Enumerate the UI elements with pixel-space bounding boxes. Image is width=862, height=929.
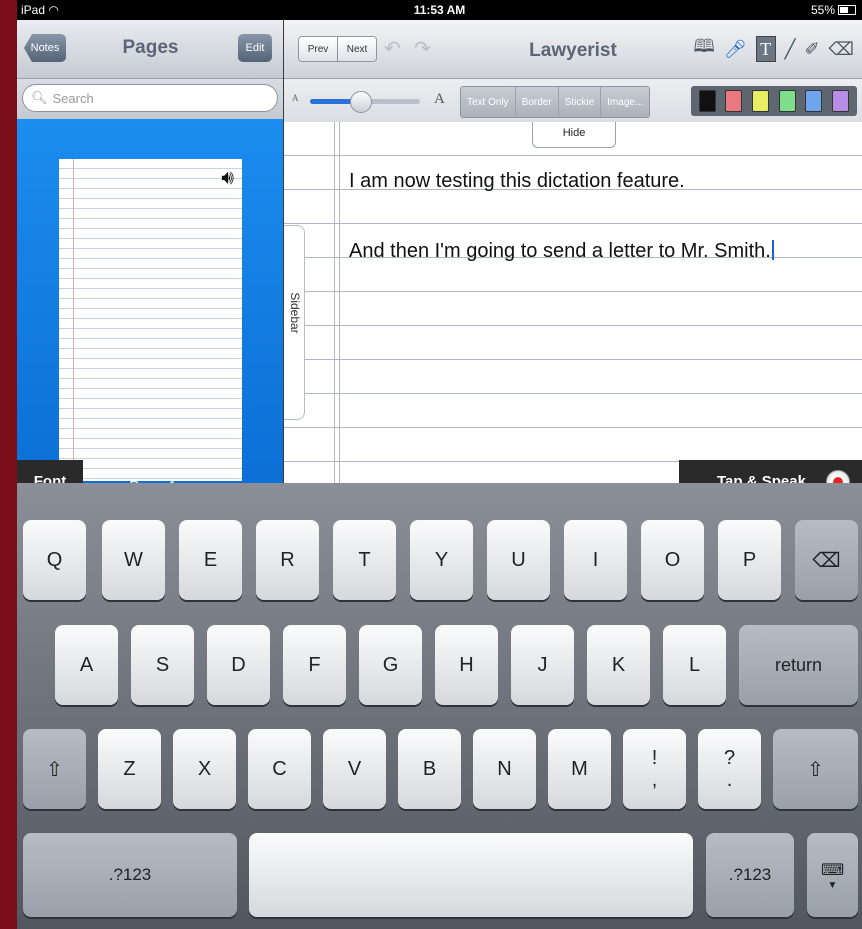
key-v[interactable]: V xyxy=(323,729,386,809)
color-swatch-yellow[interactable] xyxy=(752,90,770,112)
format-bar: A A Text Only Border Stickie Image... xyxy=(284,79,862,123)
key-top-char: ? xyxy=(723,747,736,769)
key-m[interactable]: M xyxy=(548,729,611,809)
audio-speaker-icon[interactable]: 🔊︎ xyxy=(221,167,234,190)
numbers-key-left[interactable]: .?123 xyxy=(23,833,237,917)
ipad-screen: iPad ◠ 11:53 AM 55% Notes Pages Edit 🔍︎ … xyxy=(17,0,862,929)
format-border[interactable]: Border xyxy=(514,87,558,117)
margin-line xyxy=(334,122,335,483)
key-u[interactable]: U xyxy=(487,520,550,600)
return-key[interactable]: return xyxy=(739,625,858,705)
key-o[interactable]: O xyxy=(641,520,704,600)
keyboard-dismiss-icon: ⌨ xyxy=(820,861,845,879)
sidebar-label: Sidebar xyxy=(288,292,302,334)
color-swatch-green[interactable] xyxy=(778,90,796,112)
book-icon[interactable]: 🕮︎ xyxy=(694,34,715,64)
sidebar-tab[interactable]: Sidebar xyxy=(284,225,305,420)
key-x[interactable]: X xyxy=(173,729,236,809)
key-h[interactable]: H xyxy=(435,625,498,705)
key-k[interactable]: K xyxy=(587,625,650,705)
editor-panel: Prev Next ↶ ↷ Lawyerist 🕮︎ 🎤︎ T ╱ ✐ ⌫ A … xyxy=(284,20,862,503)
slider-knob[interactable] xyxy=(350,91,372,113)
color-swatch-red[interactable] xyxy=(725,90,743,112)
note-text-line: And then I'm going to send a letter to M… xyxy=(349,240,774,263)
key-f[interactable]: F xyxy=(283,625,346,705)
key-r[interactable]: R xyxy=(256,520,319,600)
pen-icon[interactable]: ╱ xyxy=(785,39,796,60)
color-swatch-black[interactable] xyxy=(698,90,716,112)
key-i[interactable]: I xyxy=(564,520,627,600)
format-image[interactable]: Image... xyxy=(600,87,650,117)
key-top-char: ! xyxy=(651,747,658,769)
key-bottom-char: , xyxy=(651,769,658,791)
page-thumbnail-area: 🔊︎ xyxy=(17,119,284,483)
tool-icons: 🕮︎ 🎤︎ T ╱ ✐ ⌫ xyxy=(694,34,854,64)
search-bar: 🔍︎ Search xyxy=(17,79,284,120)
shift-key-right[interactable]: ⇧ xyxy=(773,729,858,809)
margin-line xyxy=(339,122,340,483)
pages-navbar: Notes Pages Edit xyxy=(17,20,284,79)
font-size-large-icon: A xyxy=(434,91,445,107)
format-options: Text Only Border Stickie Image... xyxy=(460,86,651,118)
shift-icon: ⇧ xyxy=(807,758,824,781)
text-cursor xyxy=(771,240,774,260)
key-n[interactable]: N xyxy=(473,729,536,809)
space-bar[interactable] xyxy=(249,833,693,917)
format-text-only[interactable]: Text Only xyxy=(461,87,515,117)
chevron-down-icon: ▼ xyxy=(827,879,838,891)
key-z[interactable]: Z xyxy=(98,729,161,809)
numbers-key-right[interactable]: .?123 xyxy=(706,833,794,917)
format-stickie[interactable]: Stickie xyxy=(557,87,601,117)
battery-percent: 55% xyxy=(810,3,835,17)
font-size-small-icon: A xyxy=(292,93,299,103)
shift-icon: ⇧ xyxy=(46,758,63,781)
note-text: And then I'm going to send a letter to M… xyxy=(349,240,771,262)
backspace-icon: ⌫ xyxy=(812,549,841,572)
dismiss-keyboard-key[interactable]: ⌨ ▼ xyxy=(807,833,858,917)
clock: 11:53 AM xyxy=(413,3,466,17)
eraser-icon[interactable]: ⌫ xyxy=(829,39,854,60)
microphone-icon[interactable]: 🎤︎ xyxy=(724,39,747,60)
key-q[interactable]: Q xyxy=(23,520,86,600)
font-size-slider[interactable] xyxy=(310,91,420,113)
search-icon: 🔍︎ xyxy=(31,90,48,105)
key-l[interactable]: L xyxy=(663,625,726,705)
search-input[interactable]: 🔍︎ Search xyxy=(22,84,278,112)
text-tool-icon[interactable]: T xyxy=(755,36,776,62)
key-t[interactable]: T xyxy=(333,520,396,600)
key-exclamation-comma[interactable]: !, xyxy=(623,729,686,809)
key-y[interactable]: Y xyxy=(410,520,473,600)
edit-button[interactable]: Edit xyxy=(238,34,272,62)
key-c[interactable]: C xyxy=(248,729,311,809)
key-question-period[interactable]: ?. xyxy=(698,729,761,809)
color-swatch-purple[interactable] xyxy=(832,90,850,112)
key-j[interactable]: J xyxy=(511,625,574,705)
note-text-line: I am now testing this dictation feature. xyxy=(349,170,685,192)
key-w[interactable]: W xyxy=(102,520,165,600)
thumbnail-margin-line xyxy=(73,159,74,481)
battery-icon xyxy=(838,5,856,15)
key-g[interactable]: G xyxy=(359,625,422,705)
backspace-key[interactable]: ⌫ xyxy=(795,520,858,600)
key-d[interactable]: D xyxy=(207,625,270,705)
key-bottom-char: . xyxy=(726,769,733,791)
status-bar: iPad ◠ 11:53 AM 55% xyxy=(17,0,862,20)
pages-panel: Notes Pages Edit 🔍︎ Search 🔊︎ Font Page … xyxy=(17,20,284,503)
key-a[interactable]: A xyxy=(55,625,118,705)
hide-button[interactable]: Hide xyxy=(532,122,616,148)
battery-indicator: 55% xyxy=(811,3,856,17)
editor-toolbar: Prev Next ↶ ↷ Lawyerist 🕮︎ 🎤︎ T ╱ ✐ ⌫ xyxy=(284,20,862,79)
key-b[interactable]: B xyxy=(398,729,461,809)
search-placeholder: Search xyxy=(52,90,94,106)
color-swatches xyxy=(691,86,857,116)
shift-key-left[interactable]: ⇧ xyxy=(23,729,86,809)
key-p[interactable]: P xyxy=(718,520,781,600)
highlighter-icon[interactable]: ✐ xyxy=(804,39,819,60)
key-e[interactable]: E xyxy=(179,520,242,600)
key-s[interactable]: S xyxy=(131,625,194,705)
onscreen-keyboard: Q W E R T Y U I O P ⌫ A S D F G H J K L … xyxy=(17,483,862,929)
page-thumbnail[interactable]: 🔊︎ xyxy=(59,159,242,481)
color-swatch-blue[interactable] xyxy=(805,90,823,112)
